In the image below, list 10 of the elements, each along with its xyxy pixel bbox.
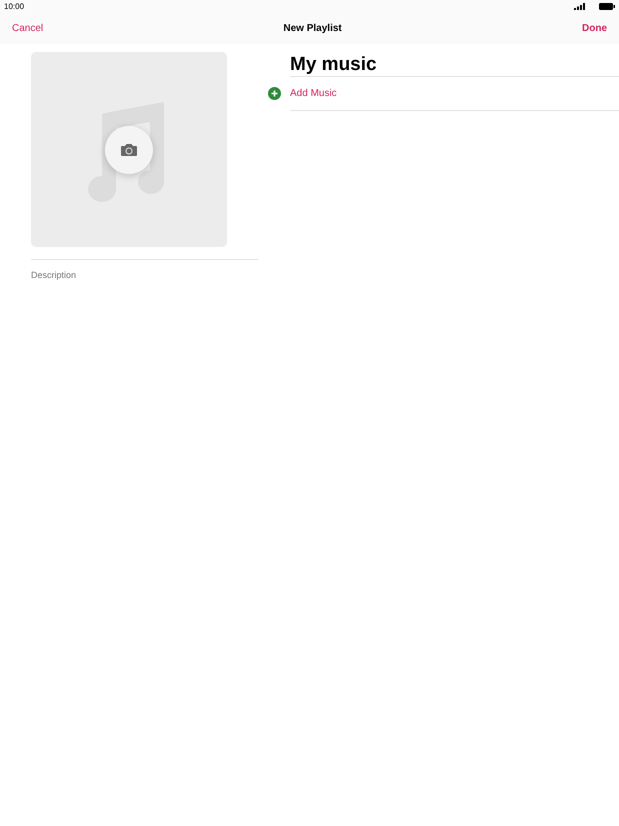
page-title: New Playlist [283, 22, 342, 34]
camera-icon [121, 144, 137, 156]
add-music-button[interactable]: Add Music [290, 88, 337, 99]
status-time: 10:00 [4, 2, 24, 10]
cancel-button[interactable]: Cancel [12, 22, 44, 34]
battery-icon [599, 2, 615, 10]
playlist-name-field[interactable]: My music [290, 54, 619, 76]
done-button[interactable]: Done [582, 22, 607, 34]
signal-icon [574, 2, 585, 10]
add-icon [268, 87, 281, 100]
